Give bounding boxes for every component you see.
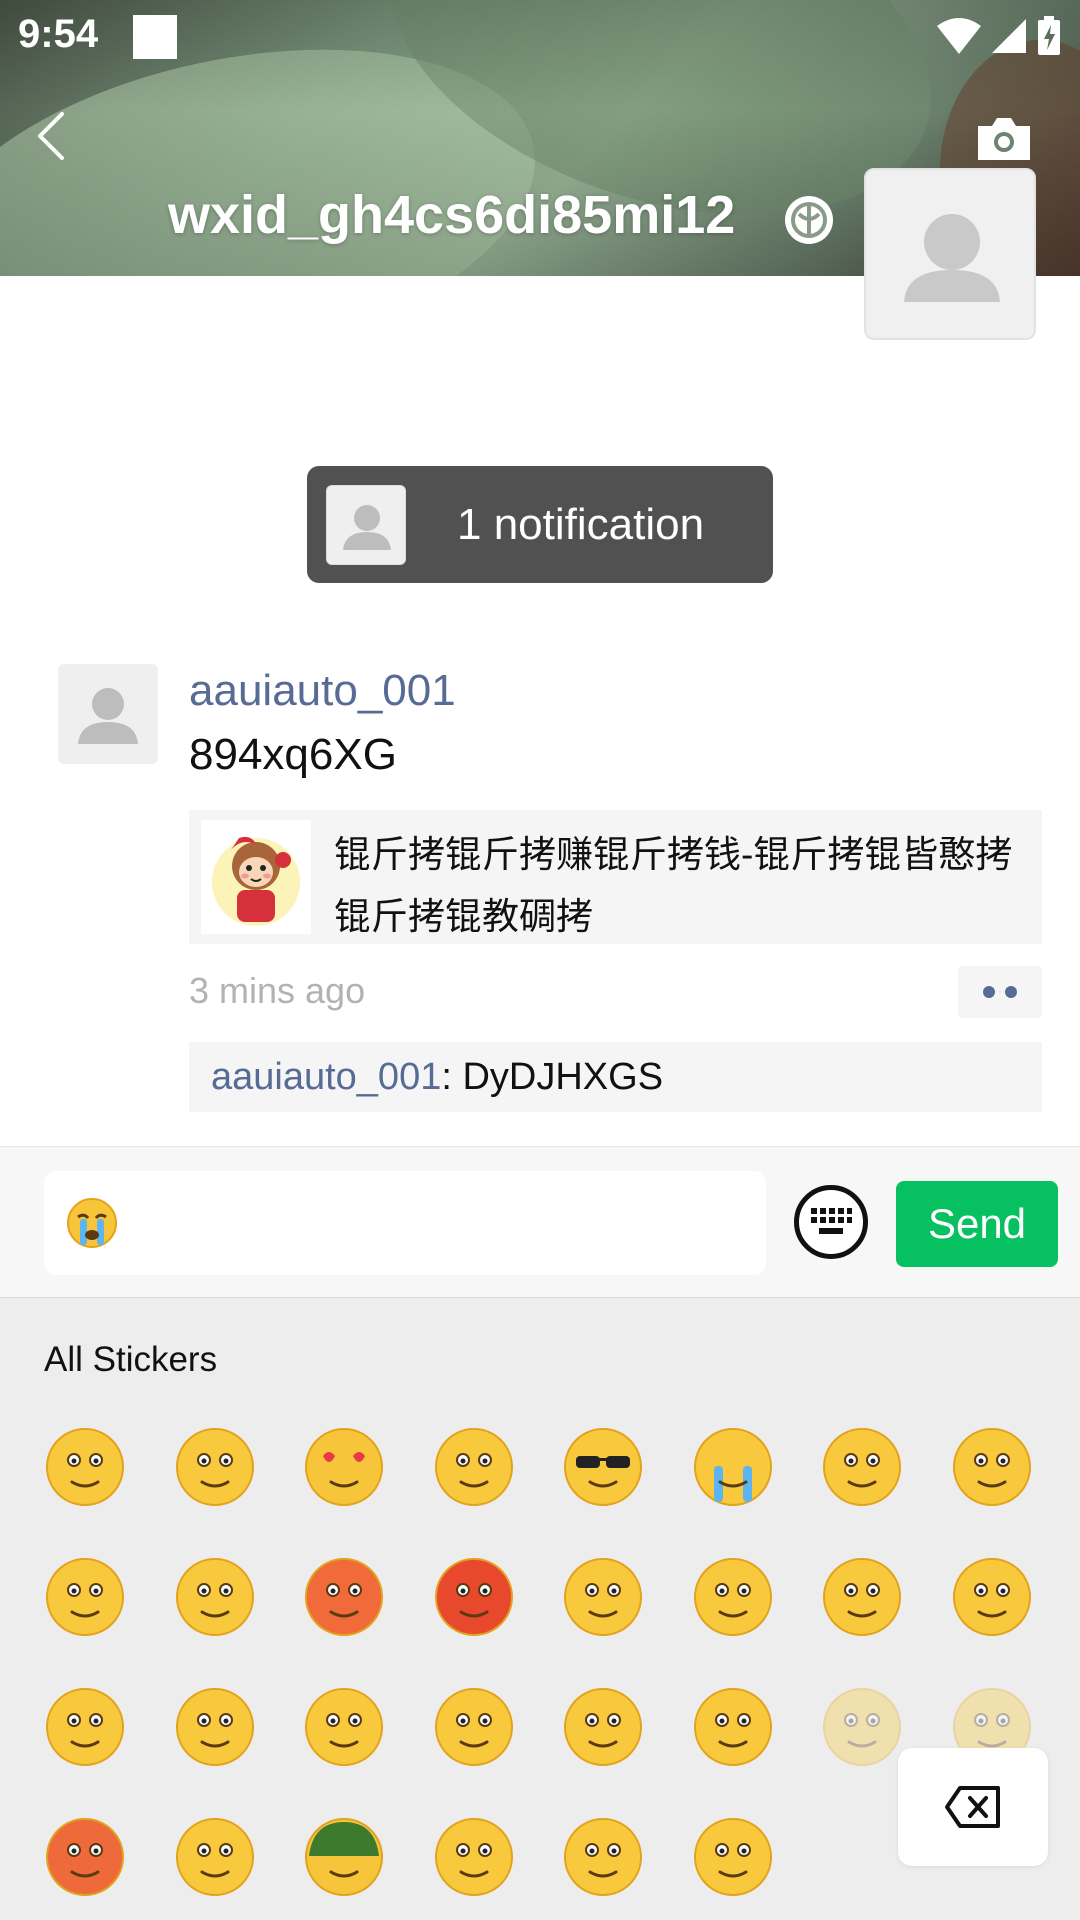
- more-dot-icon: [1005, 986, 1017, 998]
- sticker-soldier-helmet[interactable]: [303, 1816, 385, 1898]
- sticker-question[interactable]: [562, 1816, 644, 1898]
- sticker-eye-roll[interactable]: [821, 1686, 903, 1768]
- sticker-stare[interactable]: [433, 1426, 515, 1508]
- wifi-icon: [937, 18, 981, 54]
- keyboard-icon: [811, 1208, 852, 1234]
- default-avatar-icon: [343, 505, 391, 550]
- sticker-shh[interactable]: [692, 1816, 774, 1898]
- comment-item[interactable]: aauiauto_001: DyDJHXGS: [189, 1042, 1042, 1112]
- sticker-grin[interactable]: [692, 1556, 774, 1638]
- shared-link-card[interactable]: 锟斤拷锟斤拷赚锟斤拷钱-锟斤拷锟皆憨拷锟斤拷锟教碉拷: [189, 810, 1042, 944]
- sticker-blush[interactable]: [44, 1686, 126, 1768]
- sticker-cry-laugh[interactable]: [174, 1556, 256, 1638]
- sticker-tongue[interactable]: [562, 1556, 644, 1638]
- sticker-sick[interactable]: [303, 1686, 385, 1768]
- sticker-panel-title: All Stickers: [44, 1340, 218, 1379]
- sticker-smile[interactable]: [44, 1426, 126, 1508]
- backspace-icon: [945, 1786, 1000, 1828]
- sticker-frustrated[interactable]: [44, 1816, 126, 1898]
- keyboard-toggle-button[interactable]: [794, 1185, 868, 1259]
- more-dot-icon: [983, 986, 995, 998]
- notification-label: 1 notification: [457, 500, 705, 549]
- chevron-left-icon: [38, 112, 64, 160]
- sticker-laugh[interactable]: [174, 1686, 256, 1768]
- sticker-cover-mouth[interactable]: [433, 1686, 515, 1768]
- status-icons: [936, 14, 1062, 58]
- default-avatar-icon: [78, 688, 138, 744]
- sticker-sad[interactable]: [951, 1556, 1033, 1638]
- sticker-shy[interactable]: [821, 1426, 903, 1508]
- sticker-awkward[interactable]: [174, 1426, 256, 1508]
- default-avatar-icon: [904, 214, 1000, 302]
- post-author-avatar[interactable]: [58, 664, 158, 764]
- sticker-angry[interactable]: [433, 1556, 515, 1638]
- sticker-scold[interactable]: [433, 1816, 515, 1898]
- sticker-heart-eyes[interactable]: [303, 1426, 385, 1508]
- camera-button[interactable]: [974, 114, 1034, 164]
- sticker-sob[interactable]: [692, 1426, 774, 1508]
- delete-button[interactable]: [898, 1748, 1048, 1866]
- sob-emoji-icon: [67, 1198, 117, 1248]
- comment-separator: :: [441, 1056, 463, 1098]
- battery-icon: [1038, 16, 1060, 55]
- profile-avatar[interactable]: [864, 168, 1036, 340]
- sticker-sleep[interactable]: [44, 1556, 126, 1638]
- notification-avatar: [326, 485, 406, 565]
- comment-input-bar: Send: [0, 1146, 1080, 1298]
- post-more-button[interactable]: [958, 966, 1042, 1018]
- post-author-name[interactable]: aauiauto_001: [189, 666, 456, 716]
- status-time: 9:54: [18, 12, 99, 56]
- sticker-cool-sunglasses[interactable]: [562, 1426, 644, 1508]
- post-timestamp: 3 mins ago: [189, 970, 366, 1011]
- comment-input[interactable]: [44, 1171, 766, 1275]
- profile-name: wxid_gh4cs6di85mi12: [168, 185, 736, 245]
- signal-icon: [992, 19, 1026, 53]
- sticker-happy[interactable]: [174, 1816, 256, 1898]
- notification-square-icon: [133, 15, 177, 59]
- camera-icon: [978, 118, 1030, 160]
- sticker-surprised[interactable]: [821, 1556, 903, 1638]
- sticker-shut-mouth[interactable]: [951, 1426, 1033, 1508]
- shared-link-title: 锟斤拷锟斤拷赚锟斤拷钱-锟斤拷锟皆憨拷锟斤拷锟教碉拷: [334, 834, 1013, 937]
- sticker-wow[interactable]: [692, 1686, 774, 1768]
- send-button[interactable]: Send: [896, 1181, 1058, 1267]
- comment-author[interactable]: aauiauto_001: [211, 1056, 441, 1098]
- flower-badge-icon: [783, 194, 835, 246]
- sticker-embarrassed[interactable]: [303, 1556, 385, 1638]
- status-bar: 9:54: [0, 0, 1080, 76]
- notification-pill[interactable]: 1 notification: [307, 466, 773, 583]
- comment-text: DyDJHXGS: [462, 1056, 664, 1098]
- sticker-pleased[interactable]: [562, 1686, 644, 1768]
- back-button[interactable]: [32, 108, 72, 164]
- monkey-sticker-thumbnail: [201, 820, 311, 934]
- post-text: 894xq6XG: [189, 730, 397, 779]
